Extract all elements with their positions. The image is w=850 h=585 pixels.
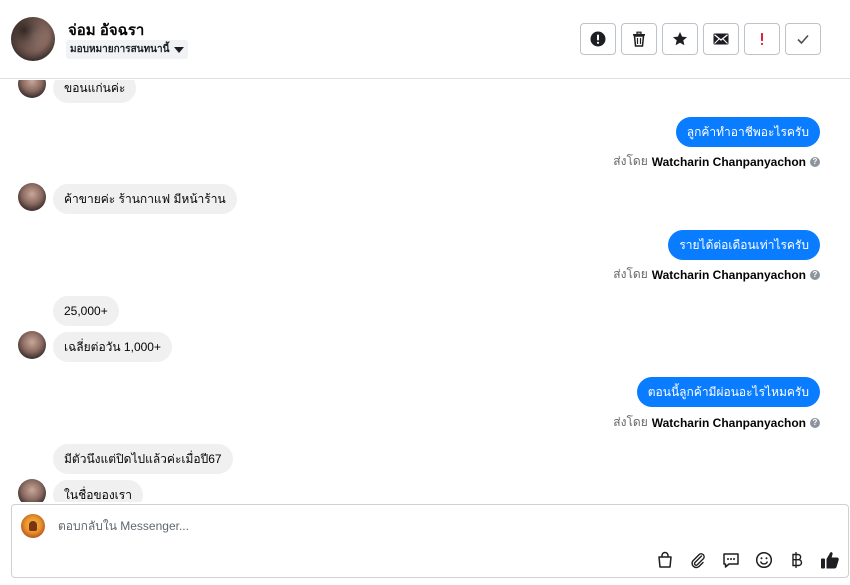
thumbs-up-icon[interactable] <box>819 549 840 570</box>
help-icon[interactable]: ? <box>810 417 820 428</box>
mark-important-button[interactable] <box>744 23 780 55</box>
exclamation-circle-icon <box>590 31 606 47</box>
contact-name[interactable]: จ่อม อัจฉรา <box>68 18 144 42</box>
agent-name: Watcharin Chanpanyachon <box>651 154 806 169</box>
sent-by-label: ส่งโดย Watcharin Chanpanyachon ? <box>613 152 820 171</box>
contact-avatar[interactable] <box>11 17 55 61</box>
message-thread[interactable]: ขอนแก่นค่ะ ลูกค้าทำอาชีพอะไรครับ ส่งโดย … <box>0 80 850 502</box>
sent-by-label: ส่งโดย Watcharin Chanpanyachon ? <box>613 265 820 284</box>
mark-unread-button[interactable] <box>703 23 739 55</box>
paperclip-icon[interactable] <box>687 549 708 570</box>
shopping-bag-icon[interactable] <box>654 549 675 570</box>
agent-name: Watcharin Chanpanyachon <box>651 267 806 282</box>
red-exclamation-icon <box>761 33 763 45</box>
assign-label: มอบหมายการสนทนานี้ <box>70 44 170 55</box>
delete-button[interactable] <box>621 23 657 55</box>
caret-down-icon <box>174 46 185 53</box>
incoming-message[interactable]: ขอนแก่นค่ะ <box>53 80 137 103</box>
sent-by-label: ส่งโดย Watcharin Chanpanyachon ? <box>613 413 820 432</box>
conversation-toolbar <box>580 23 821 55</box>
outgoing-message[interactable]: ตอนนี้ลูกค้ามีผ่อนอะไรไหมครับ <box>636 377 820 407</box>
contact-avatar-small <box>18 331 46 359</box>
mark-done-button[interactable] <box>785 23 821 55</box>
contact-avatar-small <box>18 479 46 502</box>
trash-icon <box>633 31 645 47</box>
help-icon[interactable]: ? <box>810 269 820 280</box>
agent-name: Watcharin Chanpanyachon <box>651 415 806 430</box>
reply-composer <box>11 504 849 578</box>
baht-icon[interactable] <box>786 549 807 570</box>
envelope-icon <box>713 33 729 45</box>
contact-avatar-small <box>18 183 46 211</box>
outgoing-message[interactable]: ลูกค้าทำอาชีพอะไรครับ <box>675 117 820 147</box>
conversation-header: จ่อม อัจฉรา มอบหมายการสนทนานี้ <box>0 0 850 79</box>
contact-avatar-small <box>18 80 46 98</box>
saved-reply-icon[interactable] <box>720 549 741 570</box>
checkmark-icon <box>797 34 809 45</box>
page-avatar <box>21 514 45 538</box>
incoming-message[interactable]: เฉลี่ยต่อวัน 1,000+ <box>53 332 172 362</box>
incoming-message[interactable]: 25,000+ <box>53 296 119 326</box>
incoming-message[interactable]: มีตัวนึงแต่ปิดไปแล้วค่ะเมื่อปี67 <box>53 444 233 474</box>
flag-spam-button[interactable] <box>580 23 616 55</box>
reply-input[interactable] <box>56 518 620 534</box>
assign-conversation-dropdown[interactable]: มอบหมายการสนทนานี้ <box>66 40 189 59</box>
help-icon[interactable]: ? <box>810 156 820 167</box>
outgoing-message[interactable]: รายได้ต่อเดือนเท่าไรครับ <box>668 230 820 260</box>
star-button[interactable] <box>662 23 698 55</box>
incoming-message[interactable]: ค้าขายค่ะ ร้านกาแฟ มีหน้าร้าน <box>53 184 237 214</box>
composer-actions <box>654 549 840 570</box>
star-icon <box>673 32 687 46</box>
sent-by-prefix: ส่งโดย <box>613 154 648 168</box>
incoming-message[interactable]: ในชื่อของเรา <box>53 480 143 502</box>
sent-by-prefix: ส่งโดย <box>613 415 648 429</box>
emoji-icon[interactable] <box>753 549 774 570</box>
sent-by-prefix: ส่งโดย <box>613 267 648 281</box>
